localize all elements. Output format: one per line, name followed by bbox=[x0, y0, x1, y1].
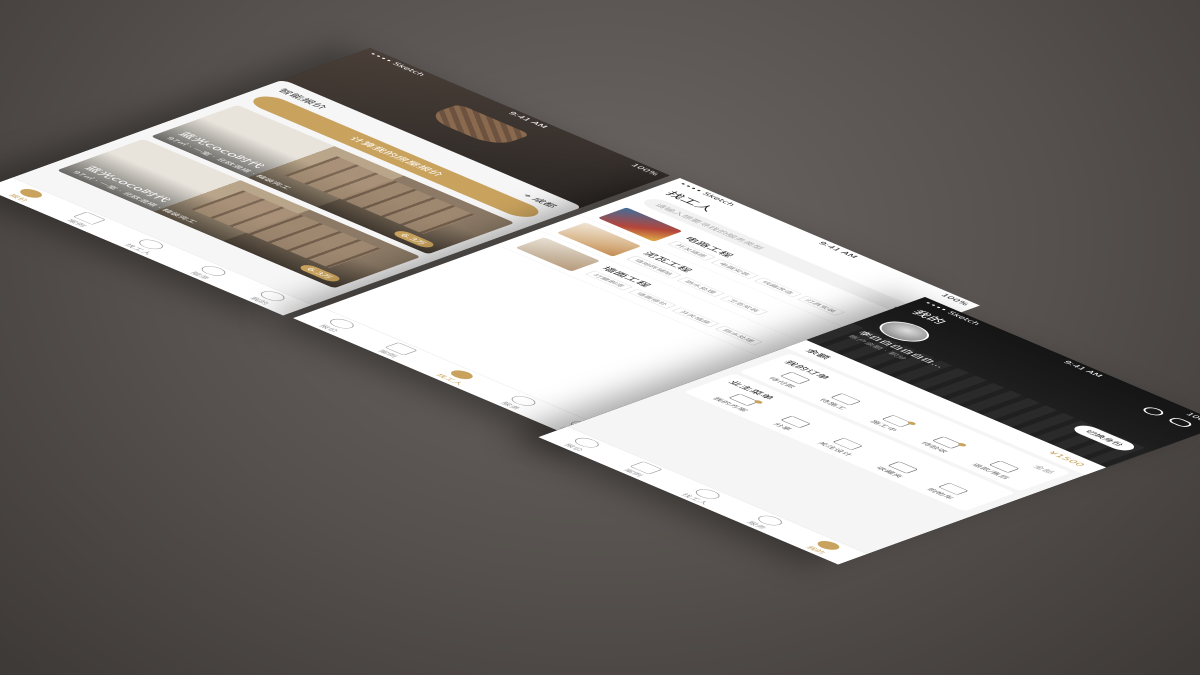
tab-service[interactable]: 服务 bbox=[187, 264, 231, 281]
menu-share[interactable]: 分享 bbox=[769, 415, 812, 432]
tab-cases[interactable]: 案例 bbox=[620, 461, 664, 478]
tab-service[interactable]: 服务 bbox=[744, 513, 787, 531]
time-text: 9:41 AM bbox=[1061, 359, 1106, 378]
case-price-badge: 6.3万 bbox=[296, 263, 344, 283]
tab-quote[interactable]: 报价 bbox=[6, 187, 47, 203]
battery-text: 100% bbox=[628, 162, 662, 177]
tab-find-worker[interactable]: 找工人 bbox=[434, 367, 481, 386]
tab-cases[interactable]: 案例 bbox=[64, 211, 107, 229]
tab-mine[interactable]: 我的 bbox=[246, 289, 290, 306]
tab-cases[interactable]: 案例 bbox=[375, 342, 418, 359]
tab-quote[interactable]: 报价 bbox=[316, 316, 359, 334]
carrier-text: •••• Sketch bbox=[366, 51, 428, 77]
tab-mine[interactable]: 我的 bbox=[804, 539, 844, 555]
tab-service[interactable]: 服务 bbox=[498, 394, 541, 411]
tab-quote[interactable]: 报价 bbox=[561, 436, 604, 453]
